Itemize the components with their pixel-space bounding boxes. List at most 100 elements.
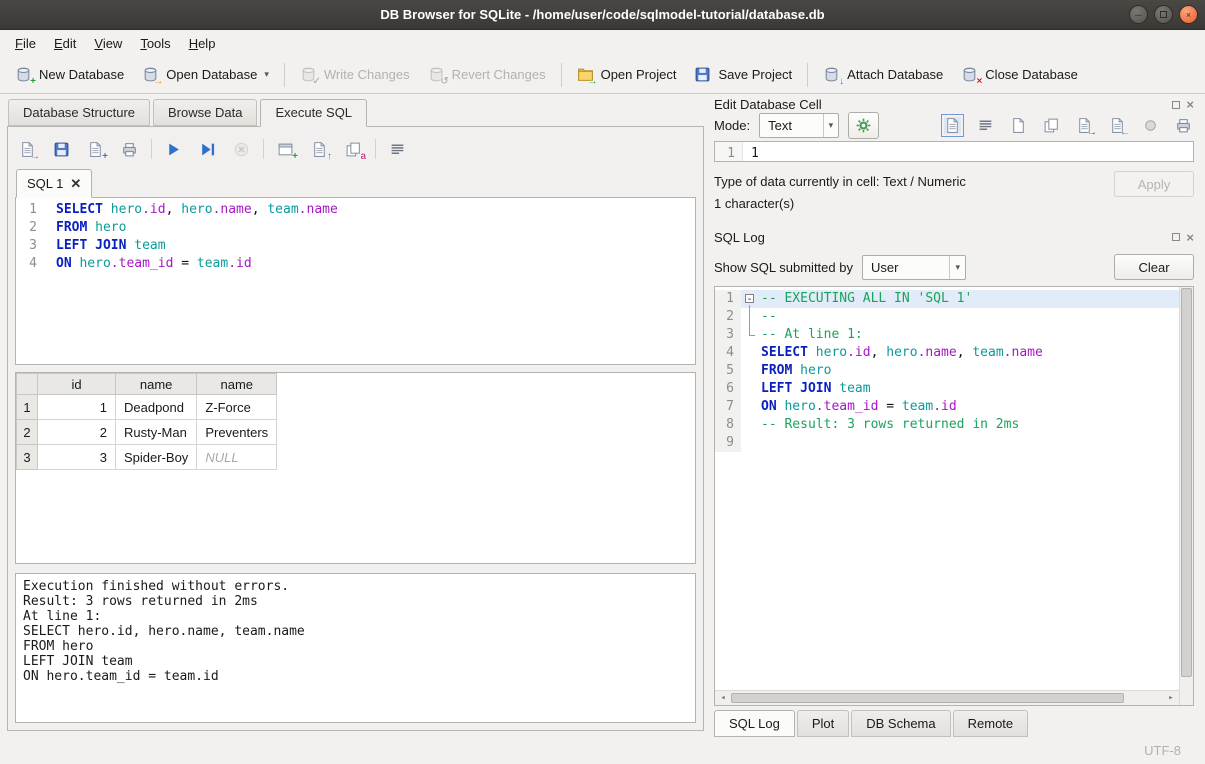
bottom-tab-plot[interactable]: Plot [797, 710, 849, 737]
titlebar[interactable]: DB Browser for SQLite - /home/user/code/… [0, 0, 1205, 30]
close-window-icon[interactable]: × [1179, 5, 1198, 24]
grid-cell[interactable]: 3 [38, 445, 116, 470]
sql-log-lines[interactable]: 1--- EXECUTING ALL IN 'SQL 1'2--3-- At l… [715, 287, 1179, 690]
statusbar: UTF-8 [0, 737, 1205, 764]
submitted-by-select[interactable]: User ▾ [862, 255, 966, 280]
auto-switch-mode-button[interactable] [848, 112, 879, 139]
scroll-left-icon[interactable]: ◂ [715, 691, 731, 705]
execute-all-icon[interactable] [165, 141, 182, 158]
import-from-file-icon[interactable]: ← [1109, 117, 1126, 134]
float-panel-icon[interactable] [1172, 233, 1180, 241]
clear-button[interactable]: Clear [1114, 254, 1194, 280]
row-header[interactable]: 2 [17, 420, 38, 445]
toolbar-open-database-button[interactable]: →Open Database▾ [133, 60, 278, 89]
menu-file[interactable]: File [6, 33, 45, 54]
print-icon[interactable] [121, 141, 138, 158]
maximize-icon[interactable] [1154, 5, 1173, 24]
grid-cell[interactable]: 2 [38, 420, 116, 445]
cell-info-row: Type of data currently in cell: Text / N… [712, 162, 1196, 219]
menu-view[interactable]: View [85, 33, 131, 54]
sql-log-dock: SQL Log × Show SQL submitted by User ▾ C… [712, 226, 1196, 737]
fold-collapse-icon[interactable]: - [741, 290, 758, 308]
new-query-tab-icon[interactable]: + [277, 141, 294, 158]
grid-cell[interactable]: NULL [197, 445, 277, 470]
cell-mode-row: Mode: Text ▾ → ← [712, 112, 1196, 139]
print-cell-icon[interactable] [1175, 117, 1192, 134]
write-changes-icon: ✓ [300, 66, 317, 83]
toolbar-attach-database-button[interactable]: ↓Attach Database [814, 60, 952, 89]
mode-select[interactable]: Text ▾ [759, 113, 839, 138]
toolbar-open-project-button[interactable]: →Open Project [568, 60, 686, 89]
auto-format-query-icon[interactable] [389, 141, 406, 158]
bottom-tab-sql-log[interactable]: SQL Log [714, 710, 795, 737]
grid-cell[interactable]: Rusty-Man [116, 420, 197, 445]
copy-cell-data-icon[interactable] [1043, 117, 1060, 134]
grid-cell[interactable]: Z-Force [197, 395, 277, 420]
view-as-text-icon[interactable] [944, 117, 961, 134]
toolbar-close-database-button[interactable]: ×Close Database [952, 60, 1087, 89]
menu-help[interactable]: Help [180, 33, 225, 54]
mode-label: Mode: [714, 118, 750, 133]
minimize-icon[interactable]: ─ [1129, 5, 1148, 24]
sql-log-filter-row: Show SQL submitted by User ▾ Clear [712, 248, 1196, 286]
word-wrap-icon[interactable] [977, 117, 994, 134]
toolbar-button-label: Write Changes [324, 67, 410, 82]
toolbar-button-label: New Database [39, 67, 124, 82]
column-header-name[interactable]: name [116, 374, 197, 395]
set-as-null-icon[interactable] [1142, 117, 1159, 134]
tab-browse-data[interactable]: Browse Data [153, 99, 257, 126]
chevron-down-icon[interactable]: ▾ [264, 69, 269, 80]
grid-cell[interactable]: Preventers [197, 420, 277, 445]
edit-cell-header: Edit Database Cell × [712, 97, 1196, 112]
column-header-name[interactable]: name [197, 374, 277, 395]
grid-cell[interactable]: Deadpond [116, 395, 197, 420]
bottom-tab-db-schema[interactable]: DB Schema [851, 710, 950, 737]
main-tabs: Database StructureBrowse DataExecute SQL [7, 99, 704, 126]
scroll-right-icon[interactable]: ▸ [1163, 691, 1179, 705]
sql-tab-label: SQL 1 [27, 176, 63, 191]
float-panel-icon[interactable] [1172, 101, 1180, 109]
fold-gutter [741, 326, 758, 344]
sql-editor-toolbar: → + + ↑ a [15, 134, 696, 169]
toolbar-button-label: Open Database [166, 67, 257, 82]
line-number: 4 [715, 344, 741, 362]
find-replace-icon[interactable]: a [345, 141, 362, 158]
sql-log-title: SQL Log [714, 230, 1172, 245]
line-number: 2 [715, 308, 741, 326]
bottom-tab-remote[interactable]: Remote [953, 710, 1029, 737]
line-number: 1 [715, 290, 741, 308]
submitted-by-value: User [871, 260, 898, 275]
export-to-file-icon[interactable]: → [1076, 117, 1093, 134]
export-results-icon[interactable]: ↑ [311, 141, 328, 158]
execution-message: Execution finished without errors. Resul… [15, 573, 696, 723]
row-header[interactable]: 1 [17, 395, 38, 420]
filter-label: Show SQL submitted by [714, 260, 853, 275]
grid-cell[interactable]: 1 [38, 395, 116, 420]
menu-edit[interactable]: Edit [45, 33, 85, 54]
vertical-scrollbar[interactable] [1179, 287, 1193, 690]
sql-tab[interactable]: SQL 1 ✕ [16, 169, 92, 198]
close-panel-icon[interactable]: × [1186, 231, 1194, 244]
tab-database-structure[interactable]: Database Structure [8, 99, 150, 126]
cell-editor[interactable]: 1 1 [714, 141, 1194, 162]
open-sql-file-icon[interactable]: → [19, 141, 36, 158]
sql-editor[interactable]: 1SELECT hero.id, hero.name, team.name2FR… [15, 197, 696, 365]
scrollbar-thumb[interactable] [731, 693, 1124, 703]
stop-icon[interactable] [233, 141, 250, 158]
toolbar-save-project-button[interactable]: Save Project [685, 60, 801, 89]
open-in-external-editor-icon[interactable] [1010, 117, 1027, 134]
row-header[interactable]: 3 [17, 445, 38, 470]
tab-execute-sql[interactable]: Execute SQL [260, 99, 367, 127]
save-sql-file-icon[interactable] [53, 141, 70, 158]
menu-tools[interactable]: Tools [131, 33, 179, 54]
sql-tab-close-icon[interactable]: ✕ [70, 177, 81, 190]
column-header-id[interactable]: id [38, 374, 116, 395]
grid-cell[interactable]: Spider-Boy [116, 445, 197, 470]
save-sql-file-as-icon[interactable]: + [87, 141, 104, 158]
execute-current-line-icon[interactable] [199, 141, 216, 158]
cell-size-info: 1 character(s) [714, 193, 1104, 215]
horizontal-scrollbar[interactable]: ◂ ▸ [715, 690, 1179, 705]
attach-database-icon: ↓ [823, 66, 840, 83]
toolbar-new-database-button[interactable]: +New Database [6, 60, 133, 89]
close-panel-icon[interactable]: × [1186, 98, 1194, 111]
